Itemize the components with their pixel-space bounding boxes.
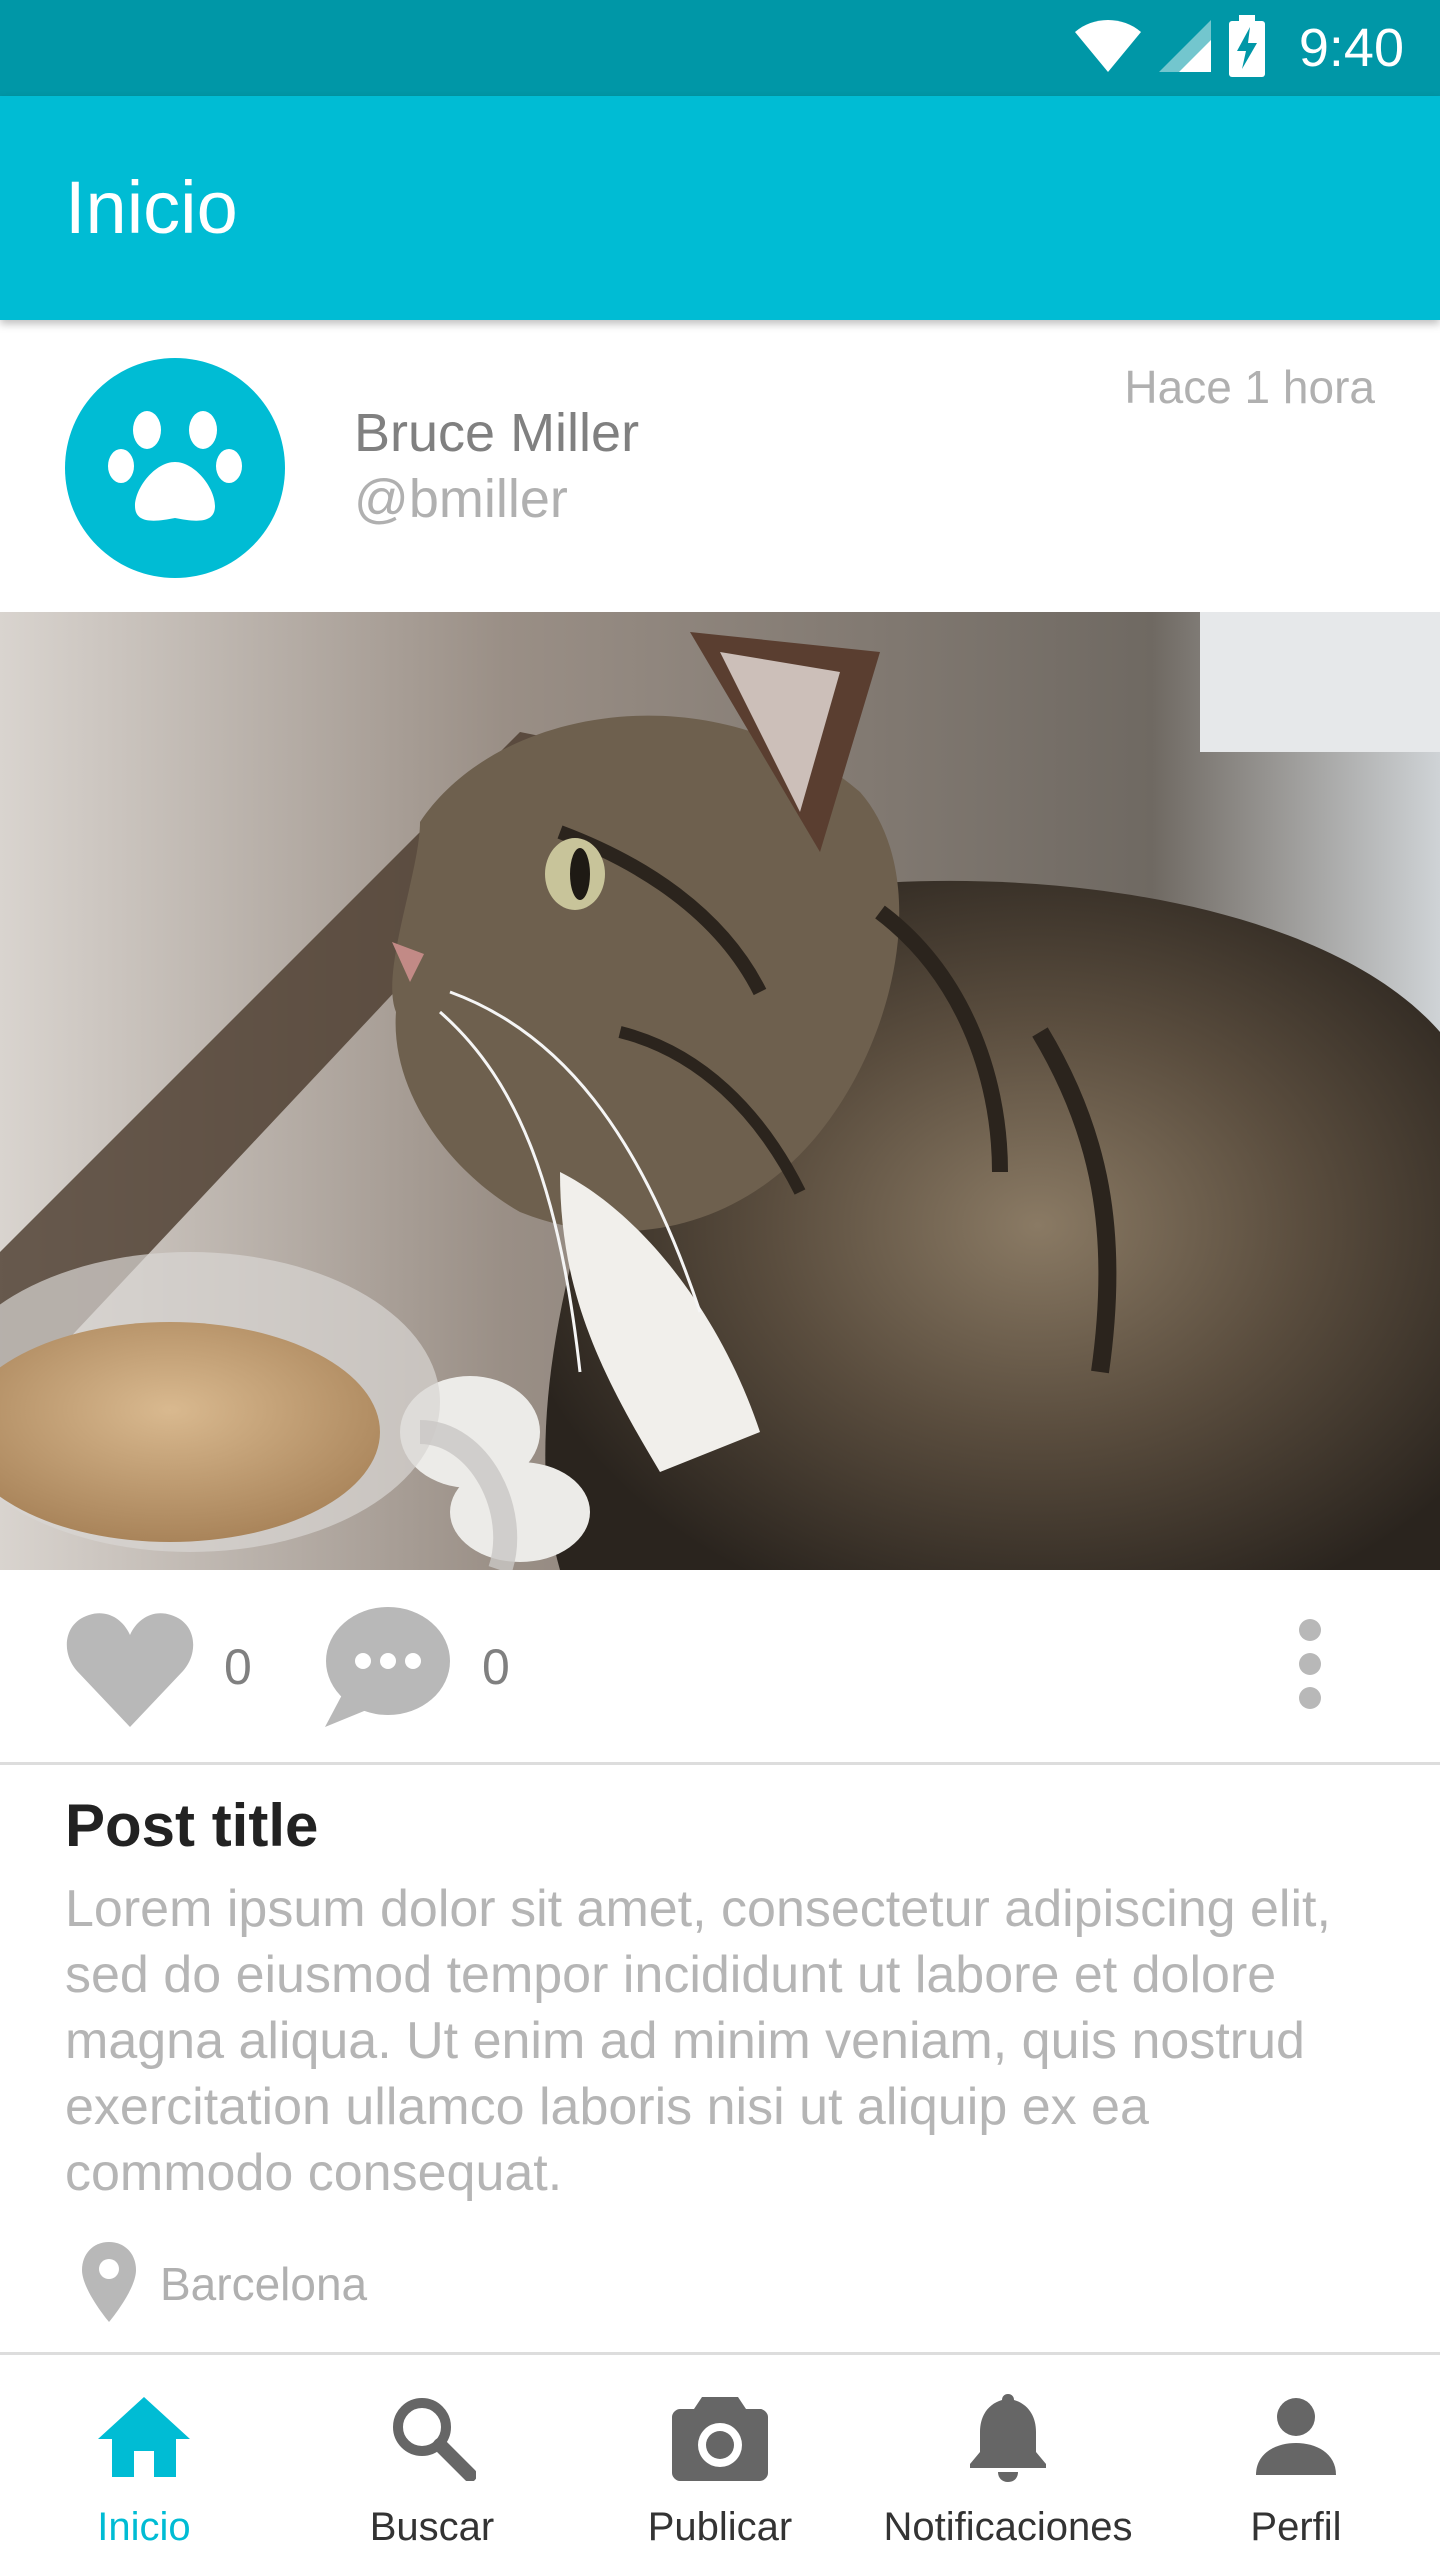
location-label: Barcelona [160, 2258, 368, 2310]
nav-item-notificaciones[interactable]: Notificaciones [864, 2355, 1152, 2563]
nav-label-notificaciones: Notificaciones [883, 2505, 1133, 2549]
battery-charging-icon [1227, 14, 1267, 82]
status-icons: 9:40 [1073, 0, 1404, 96]
post-title: Post title [65, 1792, 319, 1859]
bell-icon [864, 2387, 1152, 2487]
nav-label-perfil: Perfil [1250, 2505, 1342, 2549]
app-bar: Inicio [0, 96, 1440, 320]
signal-icon [1157, 18, 1213, 79]
nav-item-inicio[interactable]: Inicio [0, 2355, 288, 2563]
paw-icon [107, 404, 243, 533]
nav-item-perfil[interactable]: Perfil [1152, 2355, 1440, 2563]
post-text: Lorem ipsum dolor sit amet, consectetur … [65, 1880, 1331, 2202]
nav-label-publicar: Publicar [647, 2505, 793, 2549]
nav-label-buscar: Buscar [369, 2505, 495, 2549]
post-image[interactable] [0, 612, 1440, 1570]
heart-icon [65, 1609, 195, 1734]
page-title: Inicio [65, 166, 238, 249]
post-header: Bruce Miller @bmiller Hace 1 hora [0, 320, 1440, 612]
wifi-icon [1073, 18, 1143, 79]
comment-bubble-icon [321, 1605, 451, 1734]
comment-count: 0 [482, 1639, 510, 1695]
bottom-nav: Inicio Buscar Publicar Notificaciones Pe… [0, 2352, 1440, 2563]
nav-item-publicar[interactable]: Publicar [576, 2355, 864, 2563]
search-icon [288, 2387, 576, 2487]
post-timestamp: Hace 1 hora [1124, 361, 1375, 413]
post-body: Post title Lorem ipsum dolor sit amet, c… [65, 1790, 1385, 2206]
comment-button[interactable] [318, 1604, 454, 1734]
more-options-button[interactable] [1280, 1616, 1340, 1716]
status-time: 9:40 [1298, 18, 1404, 78]
nav-label-inicio: Inicio [97, 2505, 191, 2549]
author-name[interactable]: Bruce Miller [354, 402, 639, 464]
person-icon [1152, 2387, 1440, 2487]
like-button[interactable] [60, 1606, 200, 1736]
camera-icon [576, 2387, 864, 2487]
like-count: 0 [224, 1639, 252, 1695]
post-location[interactable]: Barcelona [80, 2234, 367, 2334]
home-icon [0, 2387, 288, 2487]
avatar[interactable] [65, 358, 285, 578]
status-bar: 9:40 [0, 0, 1440, 96]
author-handle[interactable]: @bmiller [354, 468, 568, 530]
location-pin-icon [80, 2240, 138, 2329]
post-actions: 0 0 [0, 1570, 1440, 1765]
more-vertical-icon [1295, 1618, 1325, 1715]
nav-item-buscar[interactable]: Buscar [288, 2355, 576, 2563]
